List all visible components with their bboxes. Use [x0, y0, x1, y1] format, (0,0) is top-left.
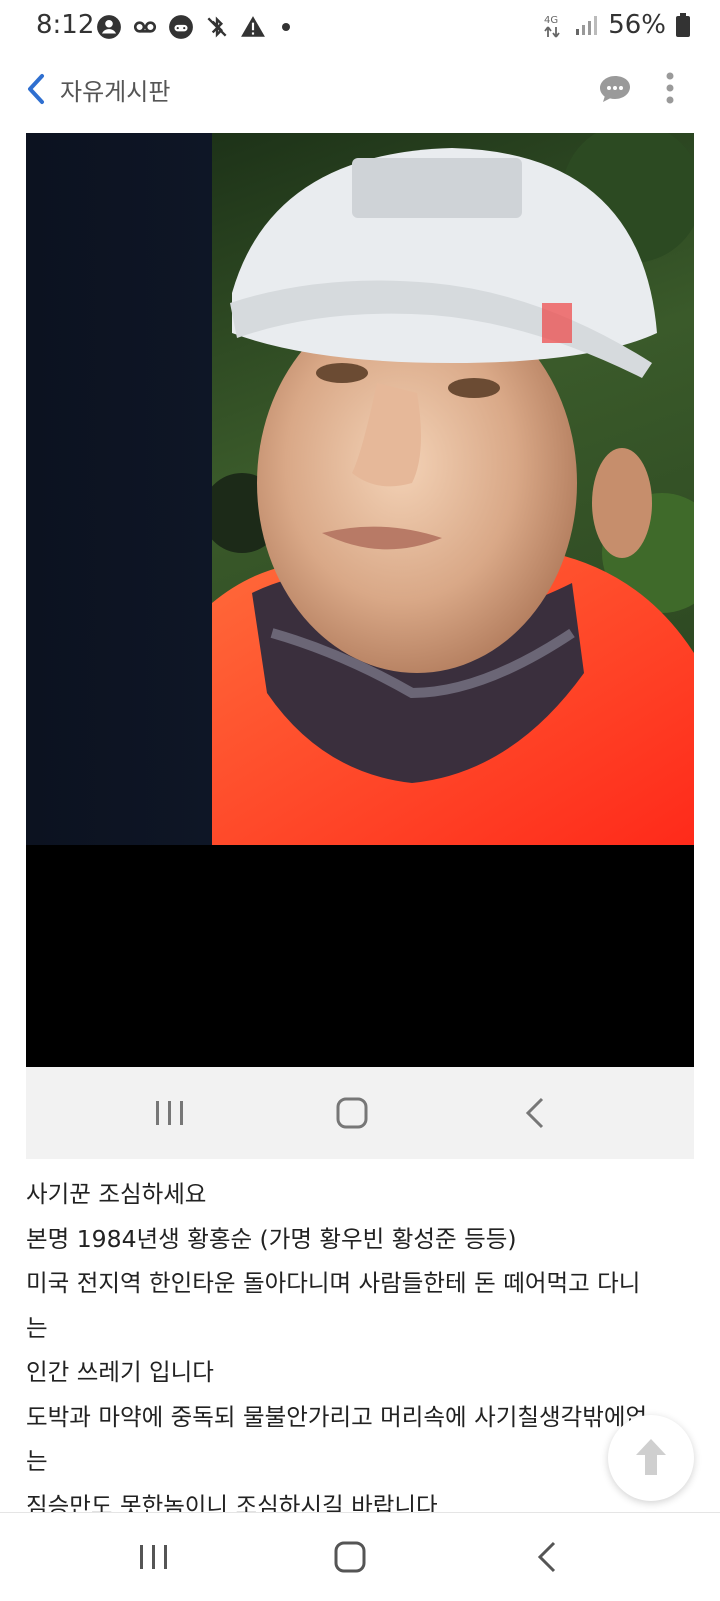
more-vertical-icon[interactable] [664, 70, 676, 106]
system-nav-bar [0, 1512, 720, 1601]
app-header: 자유게시판 [0, 54, 720, 124]
warning-icon [241, 16, 265, 37]
post-line: 는 [26, 1313, 48, 1342]
chevron-left-icon[interactable] [24, 72, 48, 106]
post-line: 도박과 마약에 중독되 물불안가리고 머리속에 사기칠생각밖에없 [26, 1402, 648, 1431]
recent-apps-icon[interactable] [132, 1537, 176, 1577]
post-line: 본명 1984년생 황홍순 (가명 황우빈 황성준 등등) [26, 1224, 517, 1253]
status-system-icons: 4G 56% [542, 10, 690, 40]
home-icon [336, 1097, 368, 1129]
embedded-nav-bar [26, 1067, 694, 1159]
account-icon [97, 15, 121, 39]
post-body: 사기꾼 조심하세요 본명 1984년생 황홍순 (가명 황우빈 황성준 등등) … [26, 1172, 696, 1528]
status-time: 8:12 [36, 10, 95, 40]
status-notification-icons [96, 12, 290, 42]
dot-icon [282, 23, 290, 31]
bluetooth-off-icon [207, 16, 227, 38]
signal-icon [576, 16, 598, 35]
person-photo [212, 133, 694, 845]
post-image[interactable] [26, 133, 694, 1067]
person-illustration [212, 133, 694, 845]
status-bar: 8:12 4G 56% [0, 0, 720, 54]
battery-percent: 56% [608, 10, 666, 40]
home-icon[interactable] [328, 1537, 372, 1577]
photo-dark-edge [26, 133, 216, 845]
recent-apps-icon [156, 1101, 183, 1125]
back-icon [525, 1097, 544, 1129]
svg-text:4G: 4G [544, 15, 558, 26]
voicemail-icon [133, 21, 157, 33]
battery-icon [676, 13, 690, 37]
back-icon[interactable] [526, 1537, 570, 1577]
post-line: 사기꾼 조심하세요 [26, 1180, 207, 1208]
vibrate-icon: 4G [544, 15, 560, 38]
post-line: 인간 쓰레기 입니다 [26, 1358, 214, 1386]
post-line: 미국 전지역 한인타운 돌아다니며 사람들한테 돈 떼어먹고 다니 [26, 1269, 641, 1297]
chat-bubble-icon[interactable] [598, 74, 632, 104]
scroll-top-button[interactable] [608, 1415, 694, 1501]
photo-black-area [26, 845, 694, 1067]
board-title: 자유게시판 [60, 78, 171, 106]
post-line: 는 [26, 1447, 48, 1475]
game-icon [169, 15, 193, 39]
arrow-up-icon [636, 1439, 666, 1475]
